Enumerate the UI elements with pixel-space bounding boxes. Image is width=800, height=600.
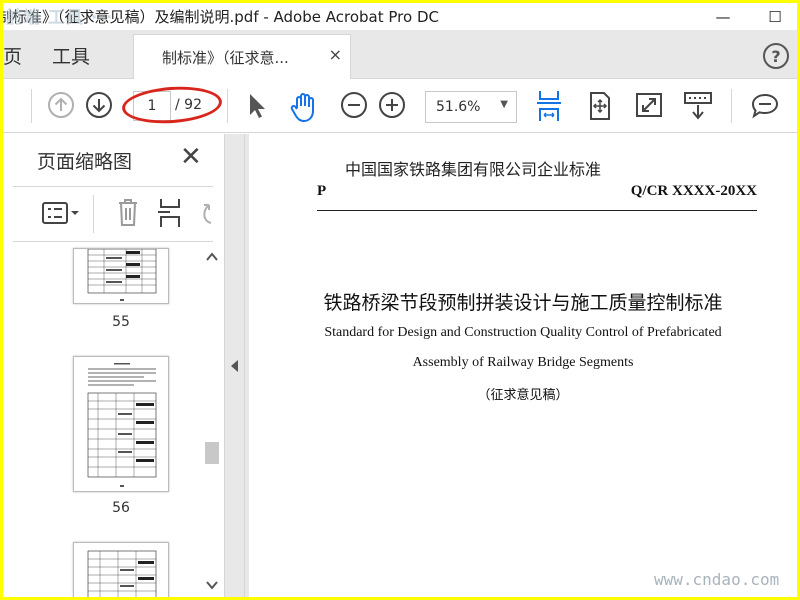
scroll-up-icon[interactable]: [206, 252, 218, 262]
undo-icon[interactable]: [199, 199, 213, 227]
thumbnail-label: 55: [112, 314, 130, 330]
maximize-button[interactable]: ☐: [755, 3, 795, 30]
page-down-icon[interactable]: [85, 91, 113, 119]
document-tab[interactable]: 制标准》（征求意... ×: [133, 34, 351, 80]
draft-label: （征求意见稿）: [477, 388, 569, 403]
toolbar-divider: [227, 89, 228, 123]
hand-tool-icon[interactable]: [288, 91, 320, 123]
chevron-down-icon: ▼: [500, 99, 508, 110]
watermark-top: 前端 工具 ···: [5, 8, 114, 28]
insert-page-icon[interactable]: [157, 197, 183, 229]
page-thumbnail[interactable]: [73, 542, 169, 597]
scroll-thumb[interactable]: [205, 442, 219, 464]
rotate-view-icon[interactable]: [587, 91, 613, 121]
panel-title: 页面缩略图: [37, 151, 133, 173]
header-rule: [317, 210, 757, 211]
full-screen-icon[interactable]: [635, 91, 663, 119]
fit-page-icon[interactable]: [535, 89, 563, 123]
delete-icon[interactable]: [116, 197, 140, 227]
options-icon[interactable]: [41, 201, 81, 225]
page-thumbnail[interactable]: [73, 356, 169, 492]
annotation-ellipse: [120, 83, 224, 127]
help-icon: ?: [771, 46, 781, 66]
select-arrow-icon[interactable]: [245, 91, 269, 121]
panel-collapse-handle[interactable]: [225, 134, 245, 597]
thumbnail-content: [87, 249, 157, 301]
menu-home[interactable]: 页: [3, 42, 22, 69]
toolbar-divider: [31, 89, 32, 123]
menu-tools[interactable]: 工具: [52, 42, 90, 69]
toolbar: 1 / 92 51.6% ▼: [3, 79, 797, 133]
toolbar-divider: [731, 89, 732, 123]
watermark-bottom: www.cndao.com: [654, 570, 780, 589]
pdf-page: 中国国家铁路集团有限公司企业标准 P Q/CR XXXX-20XX 铁路桥梁节段…: [249, 134, 797, 597]
document-title-en-line2: Assembly of Railway Bridge Segments: [412, 355, 634, 370]
app-window: 制标准》（征求意见稿）及编制说明.pdf - Adobe Acrobat Pro…: [3, 3, 797, 597]
document-view[interactable]: 中国国家铁路集团有限公司企业标准 P Q/CR XXXX-20XX 铁路桥梁节段…: [245, 134, 797, 597]
zoom-select[interactable]: 51.6% ▼: [425, 91, 517, 123]
comment-icon[interactable]: [750, 91, 780, 121]
organization-heading: 中国国家铁路集团有限公司企业标准: [345, 160, 602, 179]
page-thumbnail[interactable]: [73, 248, 169, 304]
document-title-cn: 铁路桥梁节段预制拼装设计与施工质量控制标准: [323, 292, 723, 314]
zoom-out-icon[interactable]: [340, 91, 368, 119]
zoom-in-icon[interactable]: [378, 91, 406, 119]
zoom-value: 51.6%: [436, 99, 481, 115]
title-bar: 制标准》（征求意见稿）及编制说明.pdf - Adobe Acrobat Pro…: [3, 3, 797, 30]
help-button[interactable]: ?: [763, 43, 789, 69]
tab-close-icon[interactable]: ×: [329, 45, 342, 64]
standard-code: Q/CR XXXX-20XX: [630, 183, 757, 199]
minimize-button[interactable]: —: [703, 3, 743, 30]
thumbnails-panel: 页面缩略图 ✕ 55 56: [3, 134, 225, 597]
document-title-en-line1: Standard for Design and Construction Qua…: [324, 325, 722, 340]
close-icon[interactable]: ✕: [180, 142, 202, 172]
scroll-down-icon[interactable]: [206, 580, 218, 590]
thumbnail-content: [87, 550, 157, 597]
classification-letter: P: [317, 183, 327, 199]
page-up-icon[interactable]: [47, 91, 75, 119]
document-tab-label: 制标准》（征求意...: [162, 49, 289, 67]
thumbnail-label: 56: [112, 500, 130, 516]
keyboard-scroll-icon[interactable]: [683, 91, 713, 121]
panel-divider: [93, 195, 94, 233]
chevron-left-icon: [231, 360, 238, 372]
menu-bar: 页 工具 制标准》（征求意... × ?: [3, 30, 797, 80]
thumbnail-content: [87, 363, 157, 487]
panel-toolbar: [13, 186, 213, 242]
thumbnail-scrollbar[interactable]: [203, 250, 219, 597]
